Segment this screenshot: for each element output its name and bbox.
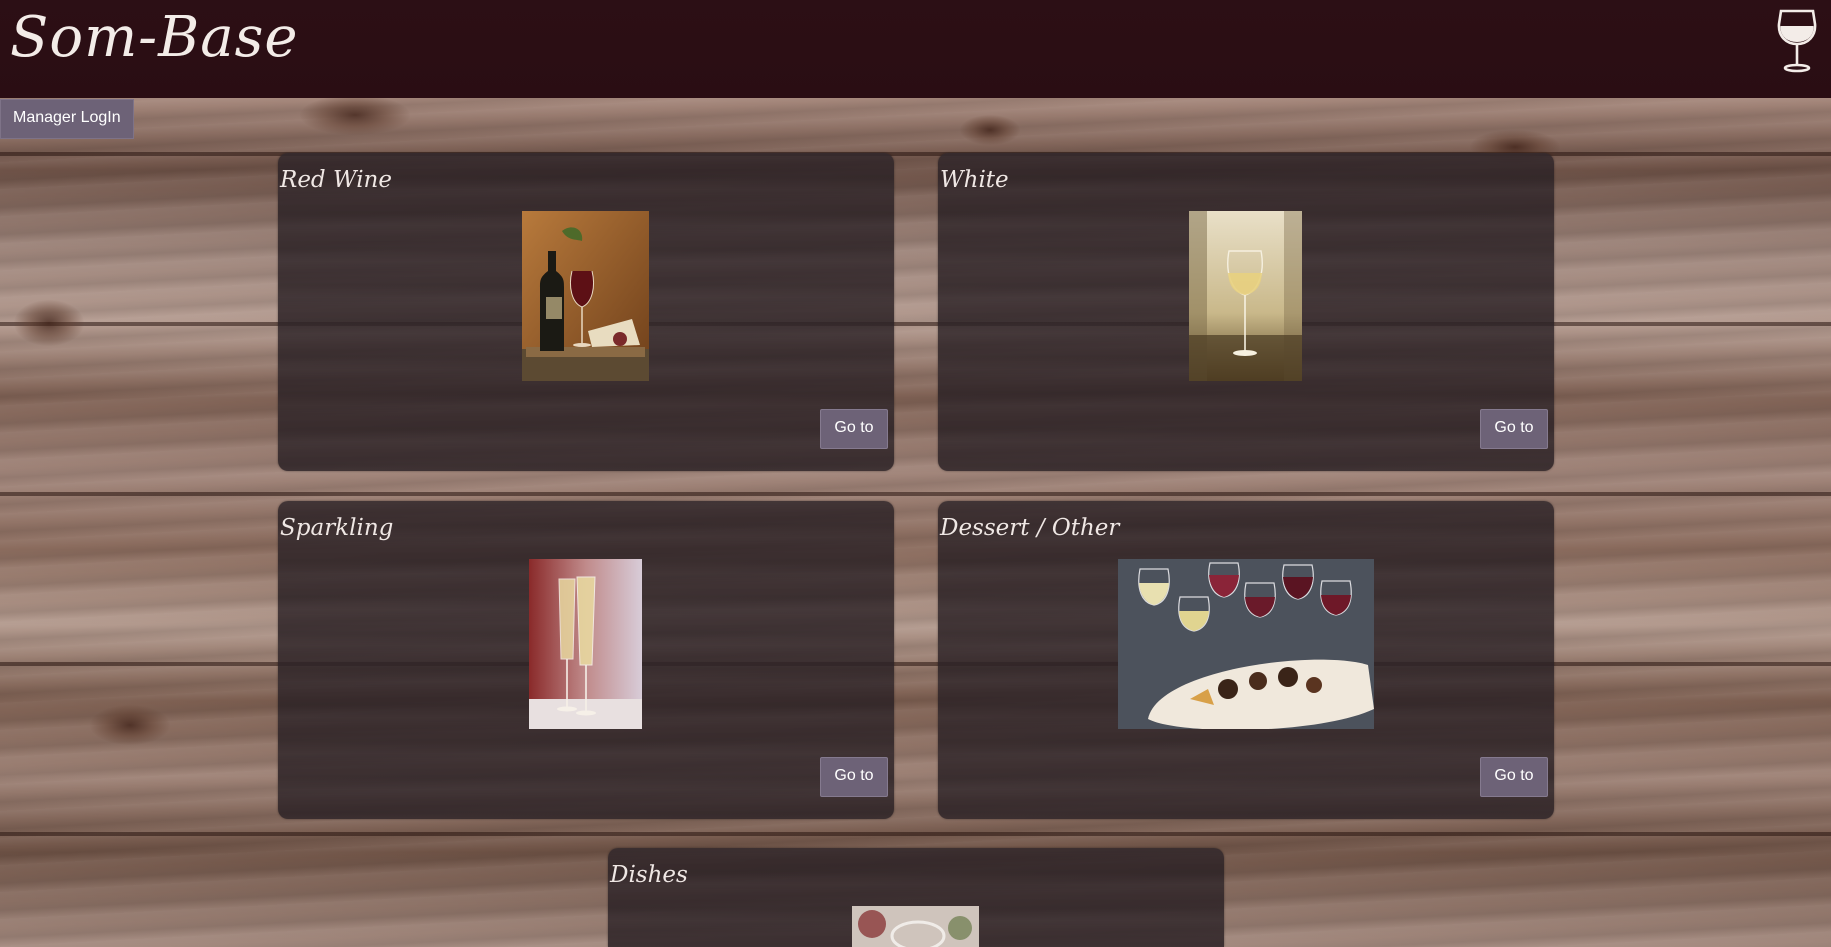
white-wine-image[interactable] bbox=[1189, 211, 1302, 381]
card-title: White bbox=[940, 167, 1009, 193]
wood-knot bbox=[300, 95, 410, 135]
wood-knot bbox=[14, 300, 84, 346]
card-title: Red Wine bbox=[280, 167, 392, 193]
brand-logo-text[interactable]: Som-Base bbox=[10, 2, 299, 74]
category-card-white: White Go to bbox=[938, 153, 1554, 471]
sparkling-wine-image[interactable] bbox=[529, 559, 642, 729]
go-to-button[interactable]: Go to bbox=[1480, 757, 1548, 797]
card-title: Dishes bbox=[610, 862, 688, 888]
card-title: Dessert / Other bbox=[940, 515, 1120, 541]
dessert-wine-image[interactable] bbox=[1118, 559, 1374, 729]
go-to-button[interactable]: Go to bbox=[1480, 409, 1548, 449]
category-card-red-wine: Red Wine Go to bbox=[278, 153, 894, 471]
red-wine-image[interactable] bbox=[522, 211, 649, 381]
top-header-bar: Som-Base bbox=[0, 0, 1831, 98]
category-card-sparkling: Sparkling Go to bbox=[278, 501, 894, 819]
category-card-dishes: Dishes bbox=[608, 848, 1224, 947]
dishes-image[interactable] bbox=[852, 906, 979, 947]
go-to-button[interactable]: Go to bbox=[820, 757, 888, 797]
go-to-button[interactable]: Go to bbox=[820, 409, 888, 449]
wood-knot bbox=[960, 115, 1020, 145]
card-title: Sparkling bbox=[280, 515, 394, 541]
category-card-dessert-other: Dessert / Other Go to bbox=[938, 501, 1554, 819]
manager-login-button[interactable]: Manager LogIn bbox=[0, 99, 134, 139]
wood-knot bbox=[90, 705, 170, 745]
wine-glass-icon[interactable] bbox=[1775, 8, 1819, 74]
